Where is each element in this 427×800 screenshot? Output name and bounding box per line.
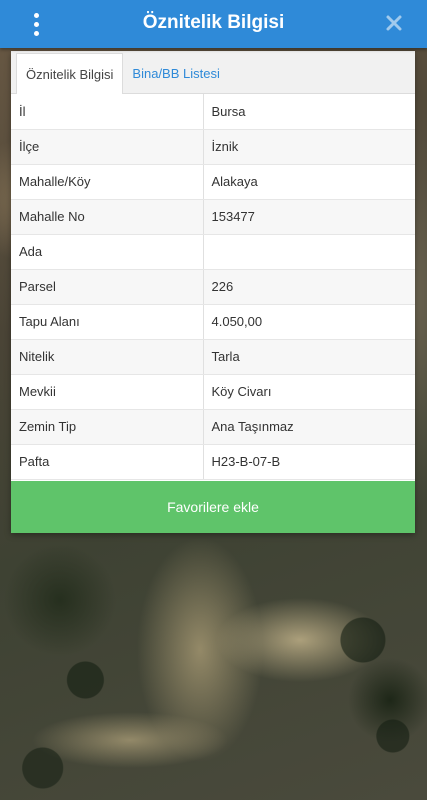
page-title: Öznitelik Bilgisi	[142, 12, 285, 33]
attribute-value: 226	[203, 269, 415, 305]
attribute-key: İl	[11, 94, 204, 130]
attribute-value: İznik	[203, 129, 415, 165]
table-row: Tapu Alanı 4.050,00	[11, 304, 415, 340]
top-app-bar: Öznitelik Bilgisi	[0, 0, 427, 48]
table-row: İlçe İznik	[11, 129, 415, 165]
attribute-value: H23-B-07-B	[203, 444, 415, 480]
attribute-key: Ada	[11, 234, 204, 270]
attribute-key: Mahalle No	[11, 199, 204, 235]
table-row: Ada	[11, 234, 415, 270]
attribute-key: İlçe	[11, 129, 204, 165]
attribute-key: Mahalle/Köy	[11, 164, 204, 200]
add-to-favorites-button[interactable]: Favorilere ekle	[11, 481, 415, 533]
attribute-table: İl Bursa İlçe İznik Mahalle/Köy Alakaya …	[11, 94, 415, 480]
table-row: İl Bursa	[11, 94, 415, 130]
tab-building-list[interactable]: Bina/BB Listesi	[123, 53, 228, 93]
attribute-value	[203, 234, 415, 270]
table-row: Zemin Tip Ana Taşınmaz	[11, 409, 415, 445]
tab-attribute-info[interactable]: Öznitelik Bilgisi	[16, 53, 124, 94]
table-row: Mahalle No 153477	[11, 199, 415, 235]
attribute-value: Ana Taşınmaz	[203, 409, 415, 445]
attribute-value: 153477	[203, 199, 415, 235]
attribute-key: Pafta	[11, 444, 204, 480]
attribute-value: Köy Civarı	[203, 374, 415, 410]
table-row: Mevkii Köy Civarı	[11, 374, 415, 410]
tab-bar: Öznitelik Bilgisi Bina/BB Listesi	[11, 51, 415, 94]
attribute-key: Tapu Alanı	[11, 304, 204, 340]
attribute-key: Mevkii	[11, 374, 204, 410]
table-row: Parsel 226	[11, 269, 415, 305]
attribute-key: Zemin Tip	[11, 409, 204, 445]
attribute-value: 4.050,00	[203, 304, 415, 340]
attribute-value: Tarla	[203, 339, 415, 375]
close-icon[interactable]	[385, 14, 403, 32]
table-row: Nitelik Tarla	[11, 339, 415, 375]
attribute-key: Parsel	[11, 269, 204, 305]
attribute-value: Bursa	[203, 94, 415, 130]
attribute-value: Alakaya	[203, 164, 415, 200]
table-row: Mahalle/Köy Alakaya	[11, 164, 415, 200]
attribute-key: Nitelik	[11, 339, 204, 375]
table-row: Pafta H23-B-07-B	[11, 444, 415, 480]
attribute-info-panel: Öznitelik Bilgisi Bina/BB Listesi İl Bur…	[11, 51, 415, 533]
